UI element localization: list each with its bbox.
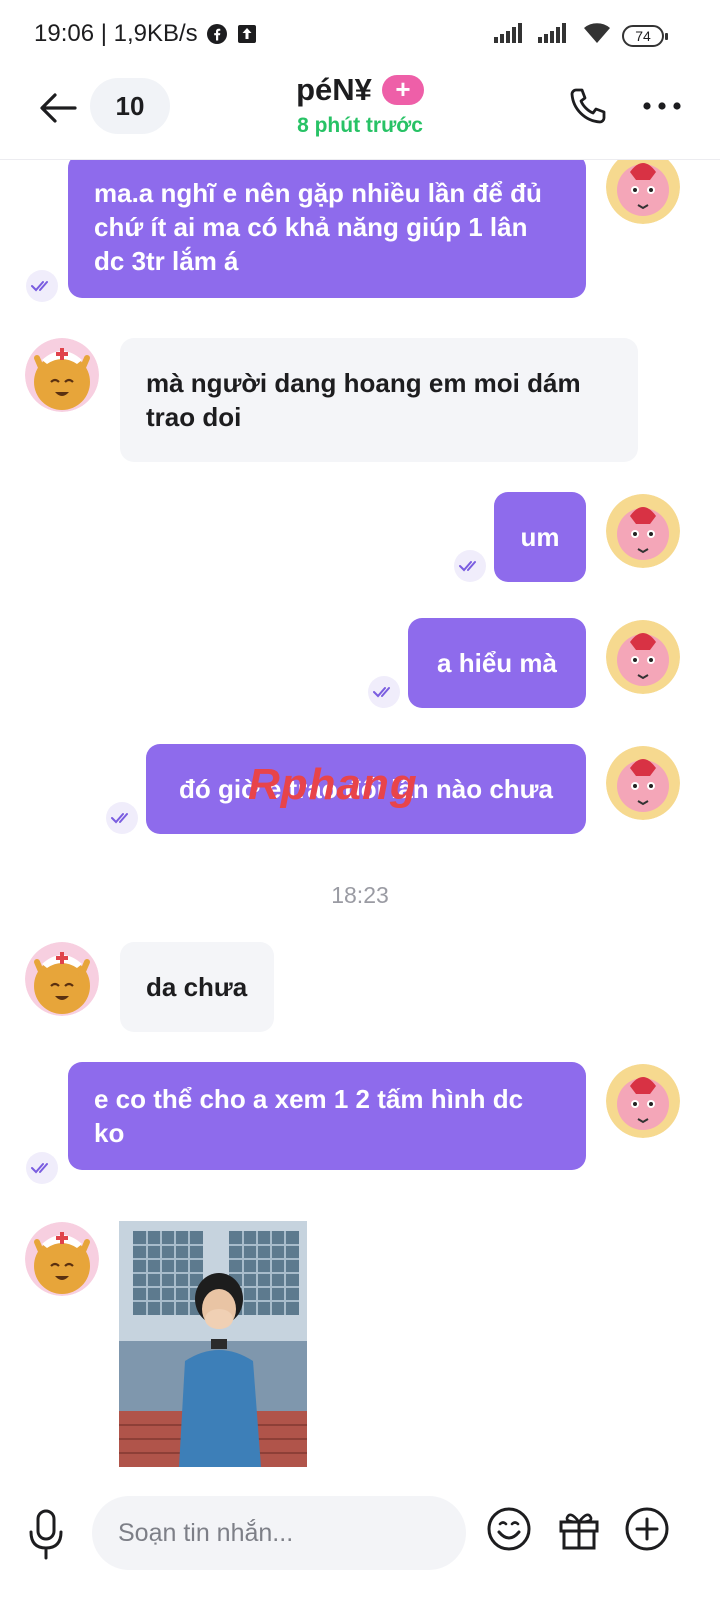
message-text: mà người dang hoang em moi dám trao doi [146, 368, 581, 432]
voice-record-button[interactable] [22, 1504, 70, 1564]
my-avatar[interactable] [606, 1064, 680, 1138]
seen-check-icon [26, 1152, 58, 1184]
message-outgoing[interactable]: um [494, 492, 586, 582]
photo-message[interactable] [119, 1221, 307, 1467]
add-attachment-button[interactable] [624, 1506, 670, 1552]
message-outgoing[interactable]: e co thể cho a xem 1 2 tấm hình dc ko [68, 1062, 586, 1170]
my-avatar[interactable] [606, 746, 680, 820]
seen-check-icon [106, 802, 138, 834]
facebook-icon [206, 23, 228, 45]
time-separator: 18:23 [331, 882, 389, 908]
back-button[interactable] [34, 84, 82, 132]
status-time-speed: 19:06 | 1,9KB/s [34, 20, 198, 47]
contact-name: péN¥ [296, 72, 372, 107]
message-input[interactable] [92, 1496, 466, 1570]
message-text: da chưa [146, 972, 248, 1002]
more-dots-icon [643, 102, 681, 110]
upload-notification-icon [236, 23, 258, 45]
status-left: 19:06 | 1,9KB/s [34, 20, 258, 48]
contact-avatar[interactable] [25, 338, 99, 412]
plus-badge: + [381, 75, 424, 105]
gift-icon [559, 1513, 599, 1550]
my-avatar[interactable] [606, 620, 680, 694]
chat-messages[interactable]: ma.a nghĩ e nên gặp nhiều lần để đủ chứ … [0, 160, 720, 1480]
message-outgoing[interactable]: ma.a nghĩ e nên gặp nhiều lần để đủ chứ … [68, 160, 586, 298]
message-text: ma.a nghĩ e nên gặp nhiều lần để đủ chứ … [94, 178, 542, 276]
message-text: e co thể cho a xem 1 2 tấm hình dc ko [94, 1084, 524, 1148]
contact-title[interactable]: péN¥ + 8 phút trước [200, 72, 520, 138]
my-avatar[interactable] [606, 494, 680, 568]
status-bar: 19:06 | 1,9KB/s 74 [0, 0, 720, 68]
message-text: a hiểu mà [437, 648, 557, 678]
chat-header: 10 péN¥ + 8 phút trước [0, 68, 720, 160]
arrow-left-icon [40, 93, 77, 123]
contact-avatar[interactable] [25, 1222, 99, 1296]
more-options-button[interactable] [640, 84, 684, 128]
status-right: 74 [494, 22, 668, 49]
message-outgoing[interactable]: a hiểu mà [408, 618, 586, 708]
message-incoming[interactable]: mà người dang hoang em moi dám trao doi [120, 338, 638, 462]
composer-bar [0, 1480, 720, 1600]
message-text: đó giờ e trao đổi lần nào chưa [179, 774, 553, 804]
emoji-button[interactable] [486, 1506, 532, 1552]
signal-icon [494, 23, 528, 48]
smiley-icon [487, 1507, 531, 1551]
battery-icon: 74 [622, 24, 668, 47]
gift-button[interactable] [556, 1506, 602, 1552]
wifi-icon [582, 22, 612, 49]
seen-check-icon [454, 550, 486, 582]
microphone-icon [29, 1509, 63, 1560]
contact-avatar[interactable] [25, 942, 99, 1016]
message-outgoing[interactable]: đó giờ e trao đổi lần nào chưa [146, 744, 586, 834]
last-seen-status: 8 phút trước [297, 114, 423, 137]
signal-icon-2 [538, 23, 572, 48]
unread-count-badge[interactable]: 10 [90, 78, 170, 134]
seen-check-icon [368, 676, 400, 708]
call-button[interactable] [566, 84, 610, 128]
message-incoming[interactable]: da chưa [120, 942, 274, 1032]
message-text: um [520, 522, 560, 552]
phone-icon [570, 88, 606, 124]
plus-circle-icon [625, 1507, 669, 1551]
seen-check-icon [26, 270, 58, 302]
my-avatar[interactable] [606, 160, 680, 224]
